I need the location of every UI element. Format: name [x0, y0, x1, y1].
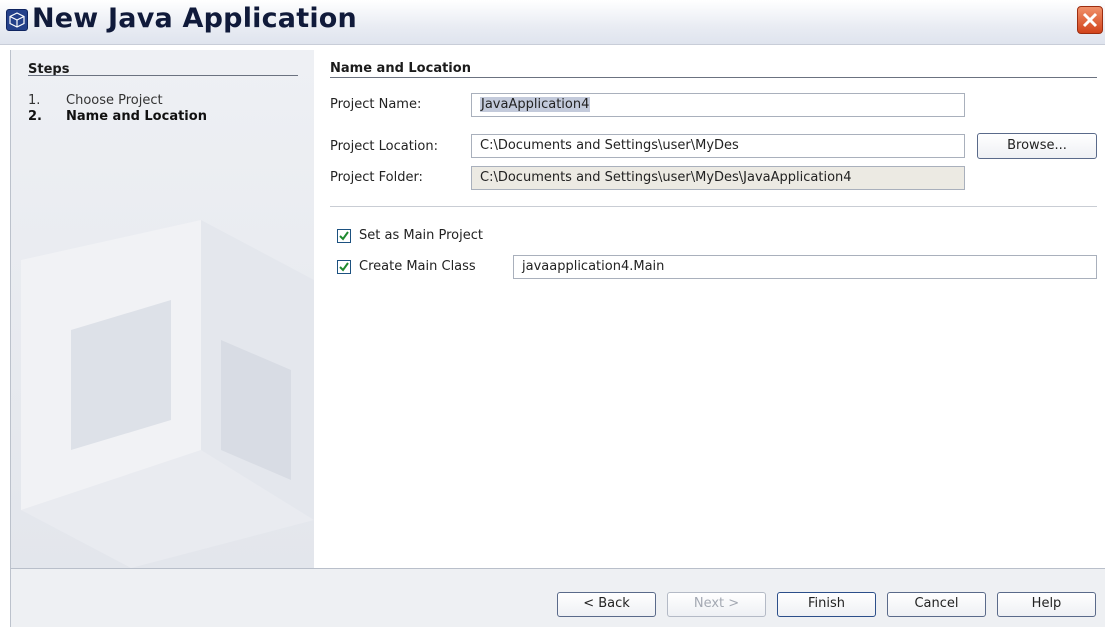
section-heading: Name and Location [330, 61, 471, 76]
project-folder-label: Project Folder: [330, 170, 423, 185]
create-main-class-checkbox[interactable] [337, 260, 351, 274]
finish-button[interactable]: Finish [777, 592, 876, 617]
close-button[interactable] [1077, 6, 1103, 34]
checkmark-icon [339, 231, 349, 241]
project-name-input[interactable]: JavaApplication4 [471, 93, 965, 117]
back-button[interactable]: < Back [557, 592, 656, 617]
browse-button[interactable]: Browse... [977, 133, 1097, 159]
step-label: Choose Project [66, 93, 163, 108]
checkmark-icon [339, 262, 349, 272]
project-name-label: Project Name: [330, 97, 422, 112]
form-separator [330, 206, 1097, 207]
project-location-input[interactable]: C:\Documents and Settings\user\MyDes [471, 134, 965, 158]
section-divider [330, 77, 1097, 78]
main-class-input[interactable]: javaapplication4.Main [513, 255, 1097, 279]
steps-divider [28, 75, 298, 76]
step-item-choose-project: 1. Choose Project [28, 93, 163, 108]
close-x-icon [1082, 12, 1098, 28]
title-bar: New Java Application [0, 0, 1105, 45]
help-button[interactable]: Help [997, 592, 1096, 617]
set-main-project-label: Set as Main Project [359, 228, 483, 243]
project-name-value: JavaApplication4 [480, 97, 591, 112]
steps-panel: Steps 1. Choose Project 2. Name and Locati… [10, 50, 314, 568]
step-number: 2. [28, 109, 42, 124]
create-main-class-label: Create Main Class [359, 259, 476, 274]
step-number: 1. [28, 93, 41, 108]
project-location-label: Project Location: [330, 139, 438, 154]
watermark-cube-graphic [21, 220, 314, 568]
project-folder-field: C:\Documents and Settings\user\MyDes\Jav… [471, 166, 965, 190]
window-title: New Java Application [32, 3, 357, 34]
next-button[interactable]: Next > [667, 592, 766, 617]
netbeans-cube-icon [6, 9, 28, 31]
step-item-name-and-location: 2. Name and Location [28, 109, 207, 124]
step-label: Name and Location [66, 109, 207, 124]
cancel-button[interactable]: Cancel [887, 592, 986, 617]
set-main-project-checkbox[interactable] [337, 229, 351, 243]
